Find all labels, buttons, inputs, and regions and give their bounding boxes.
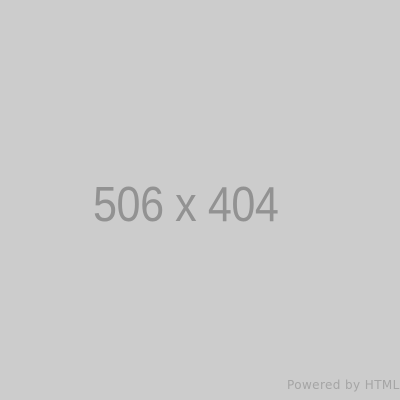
powered-by-label: Powered by HTML (287, 378, 400, 392)
image-dimensions-label: 506 x 404 (93, 178, 279, 232)
